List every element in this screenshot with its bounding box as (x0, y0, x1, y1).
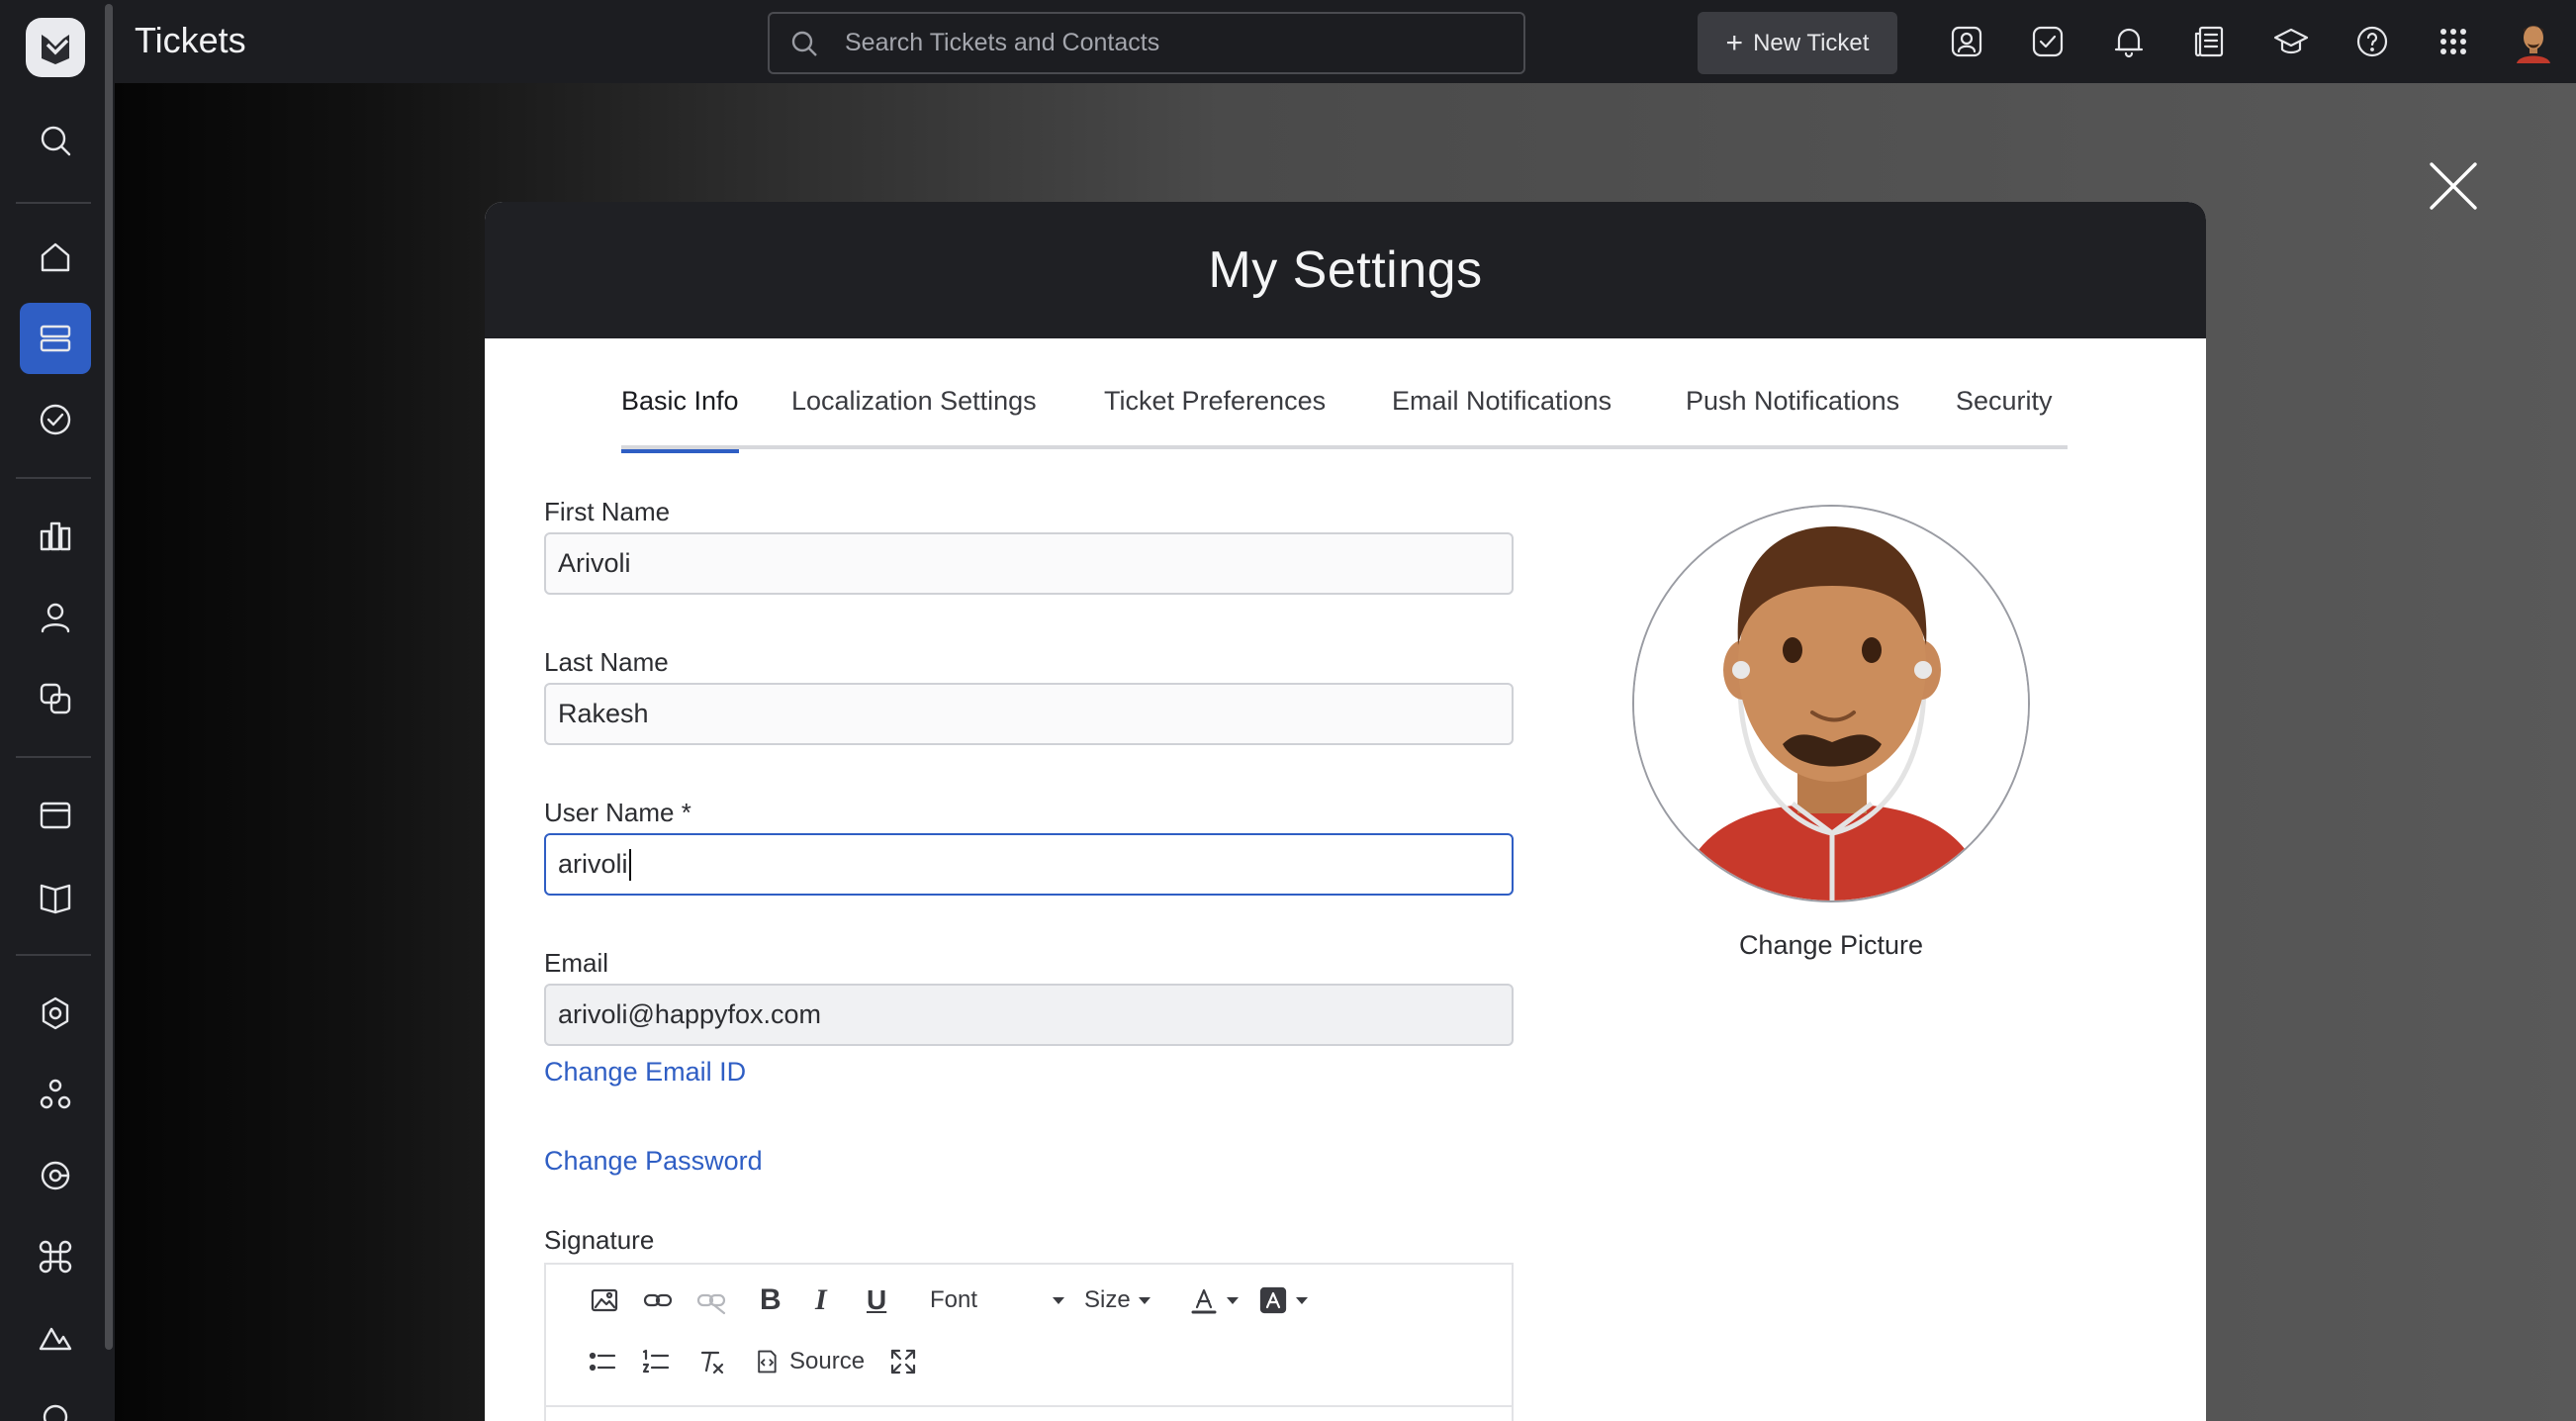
new-ticket-button[interactable]: + New Ticket (1698, 12, 1897, 74)
tickets-icon[interactable] (20, 303, 91, 374)
underline-icon[interactable]: U (867, 1282, 886, 1318)
tab-email-notifications[interactable]: Email Notifications (1392, 386, 1611, 449)
assets-icon[interactable] (20, 663, 91, 734)
search-icon[interactable] (20, 105, 91, 176)
size-dropdown[interactable]: Size (1084, 1282, 1150, 1318)
chevron-down-icon (1138, 1296, 1150, 1304)
font-dropdown-label: Font (930, 1286, 978, 1313)
tasks-check-icon[interactable] (20, 384, 91, 455)
modal-title: My Settings (1208, 241, 1483, 299)
signature-editor: B I U Font Size Source (544, 1263, 1514, 1421)
chevron-down-icon (1053, 1296, 1065, 1304)
text-color-icon[interactable] (1189, 1282, 1239, 1318)
tab-ticket-preferences[interactable]: Ticket Preferences (1104, 386, 1326, 449)
knowledge-base-icon[interactable] (20, 861, 91, 932)
settings-modal: My Settings Basic Info Localization Sett… (485, 202, 2206, 1421)
insert-link-icon[interactable] (643, 1282, 673, 1318)
command-icon[interactable] (20, 1221, 91, 1292)
insert-image-icon[interactable] (590, 1282, 619, 1318)
profile-avatar-icon (1634, 507, 2028, 900)
tab-push-notifications[interactable]: Push Notifications (1686, 386, 1899, 449)
email-value: arivoli@happyfox.com (558, 999, 822, 1029)
editor-toolbar-row-1: B I U Font Size (546, 1275, 1512, 1324)
email-field: arivoli@happyfox.com (544, 984, 1514, 1046)
source-button[interactable]: Source (754, 1344, 865, 1379)
clear-formatting-icon[interactable] (696, 1344, 726, 1379)
signature-label: Signature (544, 1225, 655, 1255)
sidebar-scrollbar[interactable] (105, 4, 113, 1350)
workflow-mountain-icon[interactable] (20, 1302, 91, 1374)
notifications-bell-icon[interactable] (2107, 20, 2151, 63)
background-color-icon[interactable] (1258, 1282, 1308, 1318)
left-sidebar (0, 0, 115, 1421)
last-name-label: Last Name (544, 647, 669, 677)
reports-icon[interactable] (20, 501, 91, 572)
first-name-label: First Name (544, 497, 671, 526)
app-grid-icon[interactable] (2432, 20, 2475, 63)
search-icon (791, 31, 817, 56)
profile-picture[interactable] (1632, 505, 2030, 902)
last-name-field[interactable]: Rakesh (544, 683, 1514, 745)
last-name-value: Rakesh (558, 699, 649, 728)
text-cursor (628, 848, 631, 881)
more-search-icon[interactable] (20, 1381, 91, 1421)
size-dropdown-label: Size (1084, 1286, 1131, 1313)
unlink-icon (696, 1282, 726, 1318)
sidebar-divider (16, 202, 91, 204)
top-bar: Tickets + New Ticket (115, 0, 2576, 83)
automation-icon[interactable] (20, 1140, 91, 1211)
first-name-field[interactable]: Arivoli (544, 532, 1514, 595)
editor-content-border (546, 1405, 1512, 1407)
global-search[interactable] (768, 12, 1525, 74)
change-picture-link[interactable]: Change Picture (1632, 930, 2030, 961)
sidebar-divider (16, 954, 91, 956)
tab-security[interactable]: Security (1956, 386, 2053, 449)
sidebar-divider (16, 756, 91, 758)
settings-gear-icon[interactable] (20, 978, 91, 1049)
plus-icon: + (1725, 26, 1744, 59)
agent-presence-icon[interactable] (1945, 20, 1988, 63)
news-feed-icon[interactable] (2188, 20, 2232, 63)
email-label: Email (544, 948, 609, 978)
font-dropdown[interactable]: Font (930, 1282, 1065, 1318)
tab-localization-settings[interactable]: Localization Settings (791, 386, 1037, 449)
tab-basic-info[interactable]: Basic Info (621, 386, 739, 453)
apps-network-icon[interactable] (20, 1059, 91, 1130)
task-check-icon[interactable] (2026, 20, 2070, 63)
home-icon[interactable] (20, 222, 91, 293)
help-question-icon[interactable] (2350, 20, 2394, 63)
maximize-icon[interactable] (888, 1344, 918, 1379)
academy-cap-icon[interactable] (2269, 20, 2313, 63)
browser-window-icon[interactable] (20, 780, 91, 851)
numbered-list-icon[interactable] (641, 1344, 671, 1379)
user-name-label: User Name * (544, 798, 691, 827)
change-password-link[interactable]: Change Password (544, 1146, 763, 1177)
italic-icon[interactable]: I (815, 1282, 827, 1318)
new-ticket-label: New Ticket (1753, 29, 1870, 56)
chevron-down-icon (1296, 1296, 1308, 1304)
bulleted-list-icon[interactable] (588, 1344, 617, 1379)
sidebar-divider (16, 477, 91, 479)
change-email-link[interactable]: Change Email ID (544, 1057, 746, 1088)
search-input[interactable] (845, 29, 1478, 57)
source-label: Source (789, 1348, 866, 1374)
user-name-value: arivoli (558, 849, 628, 879)
contacts-icon[interactable] (20, 582, 91, 653)
chevron-down-icon (1227, 1296, 1239, 1304)
modal-header: My Settings (485, 202, 2206, 338)
editor-toolbar-row-2: Source (546, 1336, 1512, 1385)
close-modal-icon[interactable] (2426, 158, 2481, 214)
page-title: Tickets (135, 20, 246, 60)
happyfox-logo-icon[interactable] (26, 18, 85, 77)
settings-tabs: Basic Info Localization Settings Ticket … (621, 386, 2068, 453)
first-name-value: Arivoli (558, 548, 631, 578)
bold-icon[interactable]: B (760, 1282, 782, 1318)
user-name-field[interactable]: arivoli (544, 833, 1514, 896)
user-avatar-icon[interactable] (2511, 18, 2556, 63)
